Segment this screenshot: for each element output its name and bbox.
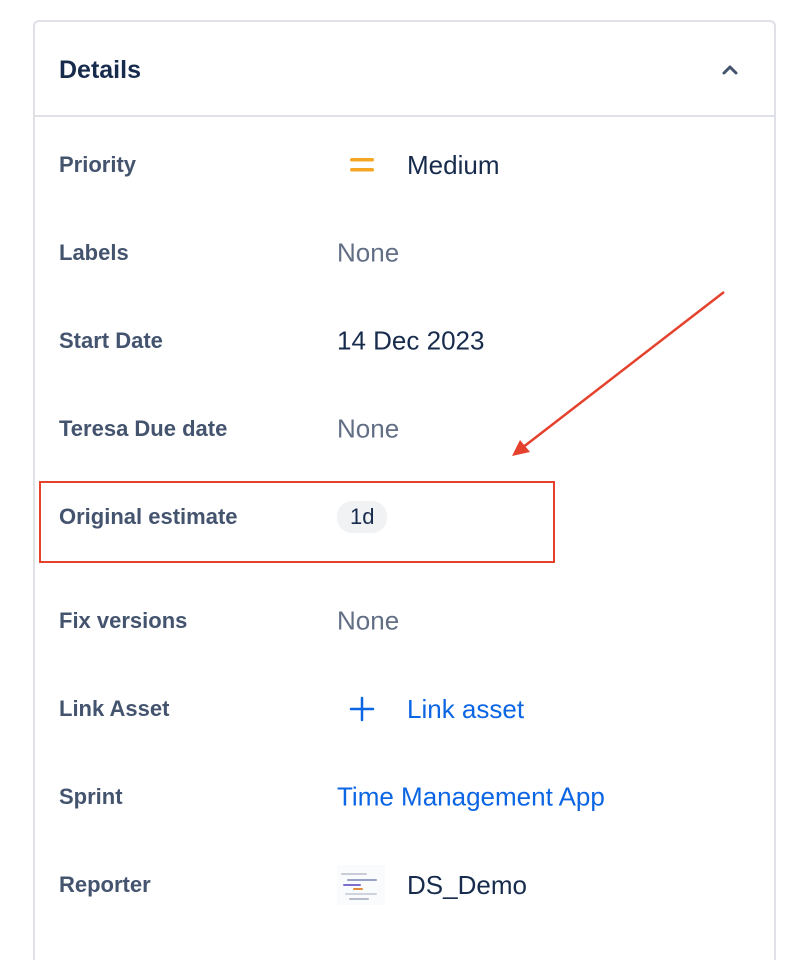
annotation-arrow: [0, 0, 796, 940]
